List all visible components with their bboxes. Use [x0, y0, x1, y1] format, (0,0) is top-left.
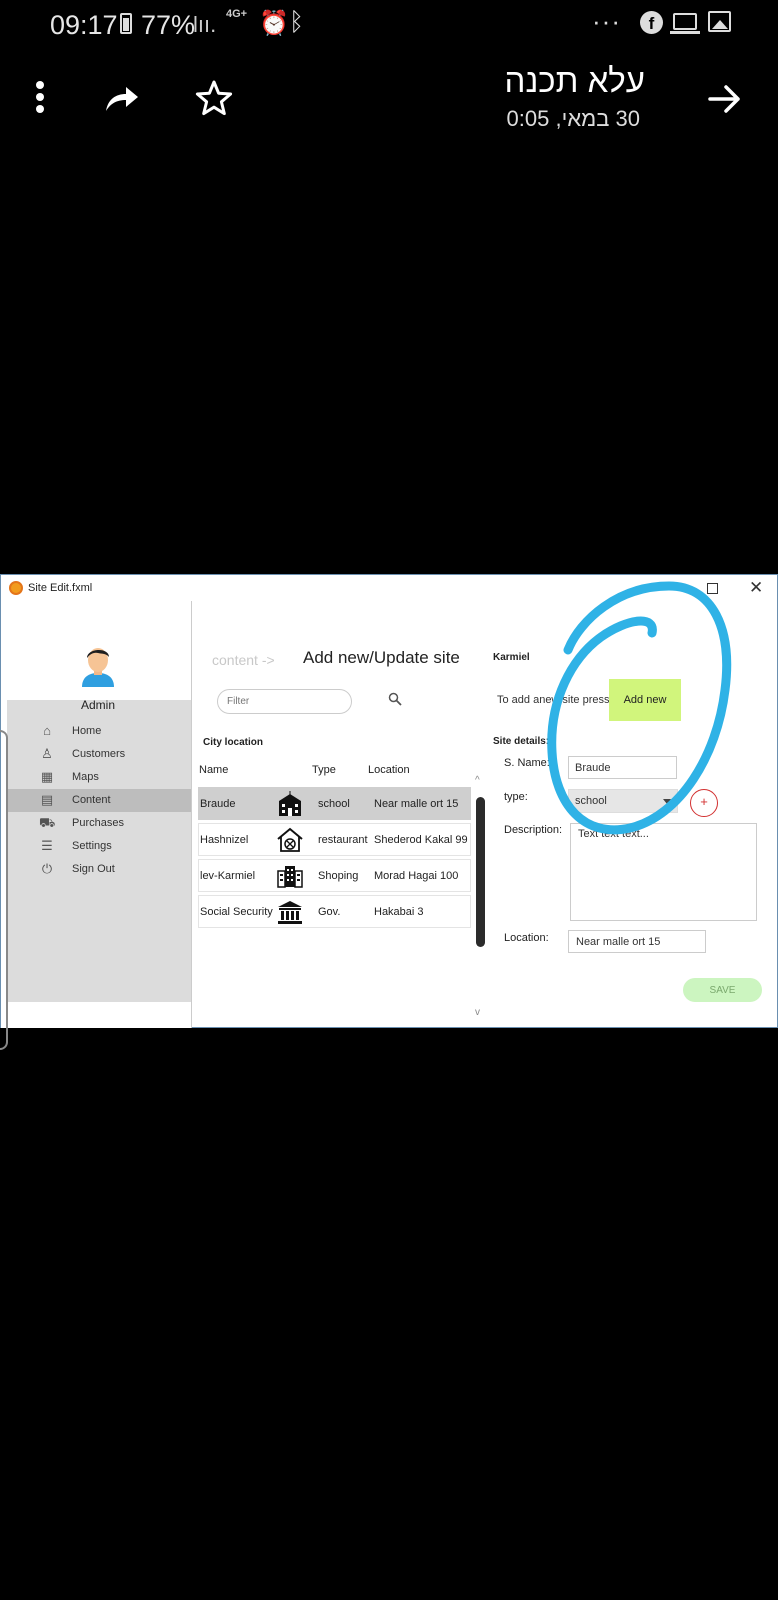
user-name: Admin [80, 698, 115, 712]
content-icon: ▤ [40, 792, 54, 807]
alarm-icon: ⏰ [259, 10, 289, 37]
notification-more-icon: ··· [592, 6, 621, 36]
app-icon [9, 581, 23, 595]
site-name-field[interactable] [568, 756, 677, 779]
save-button[interactable]: SAVE [683, 978, 762, 1002]
mall-icon [277, 866, 303, 888]
status-time: 09:17 [50, 10, 118, 40]
avatar-icon [82, 648, 114, 687]
row-name: Social Security [200, 906, 273, 918]
sidebar-item-label: Maps [72, 771, 99, 783]
name-label: S. Name: [504, 757, 550, 769]
add-new-button[interactable]: Add new [609, 679, 681, 721]
sidebar-item-sign-out[interactable]: ⏻ Sign Out [7, 858, 191, 881]
battery-icon [120, 13, 132, 34]
row-type: school [318, 798, 350, 810]
section-title: Site details: [493, 736, 550, 747]
location-label: Location: [504, 932, 549, 944]
column-header-name: Name [199, 764, 229, 776]
app-bar: עלא תכנה 30 במאי, 0:05 [0, 55, 778, 145]
maps-icon: ▦ [40, 769, 54, 784]
row-location: Shederod Kakal 99 [374, 834, 468, 846]
close-button[interactable]: ✕ [749, 578, 763, 598]
scrollbar-thumb[interactable] [476, 797, 485, 947]
cart-icon: ⛟ [39, 815, 56, 830]
star-icon[interactable] [194, 78, 234, 118]
scroll-down-icon[interactable]: v [475, 1007, 480, 1018]
more-options-icon[interactable] [36, 81, 46, 117]
row-name: Braude [200, 798, 236, 810]
section-title: City location [203, 737, 264, 748]
chevron-down-icon [663, 799, 671, 804]
sign-out-icon: ⏻ [41, 861, 53, 876]
add-hint-text: To add anew site press [497, 694, 610, 706]
restaurant-icon [277, 827, 303, 852]
row-location: Hakabai 3 [374, 906, 424, 918]
sidebar-divider [191, 601, 192, 1028]
sidebar-item-label: Sign Out [72, 863, 115, 875]
conversation-date: 30 במאי, 0:05 [506, 106, 640, 131]
type-selected-value: school [575, 795, 607, 807]
add-type-button[interactable]: + [690, 789, 718, 817]
laptop-icon [670, 13, 700, 34]
forward-arrow-icon[interactable] [707, 81, 743, 117]
settings-icon: ☰ [41, 838, 53, 853]
home-icon: ⌂ [43, 723, 51, 738]
search-icon[interactable] [388, 692, 402, 706]
type-select[interactable]: school [568, 789, 678, 813]
city-name: Karmiel [493, 652, 530, 663]
window-titlebar: Site Edit.fxml ✕ [1, 575, 777, 601]
sidebar-item-purchases[interactable]: ⛟ Purchases [7, 812, 191, 835]
location-field[interactable] [568, 930, 706, 953]
signal-icon: lıı. [193, 12, 217, 37]
row-type: Shoping [318, 870, 359, 882]
sidebar-item-customers[interactable]: ♙ Customers [7, 743, 191, 766]
school-icon [279, 791, 301, 816]
share-icon[interactable] [102, 79, 142, 119]
row-name: Hashnizel [200, 834, 249, 846]
page-title: Add new/Update site [303, 648, 460, 667]
sidebar-item-content[interactable]: ▤ Content [7, 789, 191, 812]
gallery-icon [708, 11, 731, 32]
sidebar-item-label: Customers [72, 748, 126, 760]
window-title: Site Edit.fxml [28, 582, 93, 594]
row-type: Gov. [318, 906, 341, 918]
status-battery: 77% [141, 10, 196, 40]
customers-icon: ♙ [41, 746, 53, 761]
sidebar-item-settings[interactable]: ☰ Settings [7, 835, 191, 858]
breadcrumb[interactable]: content -> [212, 652, 275, 668]
sidebar-item-label: Settings [72, 840, 112, 852]
bluetooth-icon: ᛒ [289, 8, 305, 36]
network-type: 4G+ [226, 8, 248, 20]
row-type: restaurant [318, 834, 368, 846]
table-row[interactable]: Social Security Gov. Hakabai 3 [198, 895, 471, 928]
table-row[interactable]: Braude school Near malle ort 15 [198, 787, 471, 820]
table-row[interactable]: Hashnizel restaurant Shederod Kakal 99 [198, 823, 471, 856]
government-icon [278, 901, 302, 924]
scroll-up-icon[interactable]: ^ [475, 775, 480, 786]
table-row[interactable]: lev-Karmiel Shoping Morad Hagai 100 [198, 859, 471, 892]
filter-input[interactable] [217, 689, 352, 714]
row-location: Morad Hagai 100 [374, 870, 459, 882]
column-header-location: Location [368, 764, 410, 776]
description-label: Description: [504, 824, 563, 836]
sidebar-item-label: Home [72, 725, 102, 737]
column-header-type: Type [312, 764, 336, 776]
conversation-title: עלא תכנה [504, 62, 645, 99]
sidebar-item-maps[interactable]: ▦ Maps [7, 766, 191, 789]
sidebar-item-home[interactable]: ⌂ Home [7, 720, 191, 743]
sidebar-item-label: Content [72, 794, 111, 806]
maximize-button[interactable] [707, 583, 718, 594]
edge-bracket [0, 730, 8, 1050]
type-label: type: [504, 791, 528, 803]
row-location: Near malle ort 15 [374, 798, 459, 810]
row-name: lev-Karmiel [200, 870, 256, 882]
sidebar-item-label: Purchases [72, 817, 124, 829]
site-edit-window: Site Edit.fxml ✕ Admin ⌂ Home ♙ Customer… [0, 574, 778, 1028]
description-field[interactable]: Text text text... [570, 823, 757, 921]
facebook-icon: f [640, 11, 663, 34]
status-bar: 09:17 77% lıı. 4G+ ⏰ ᛒ ··· f [0, 0, 778, 46]
